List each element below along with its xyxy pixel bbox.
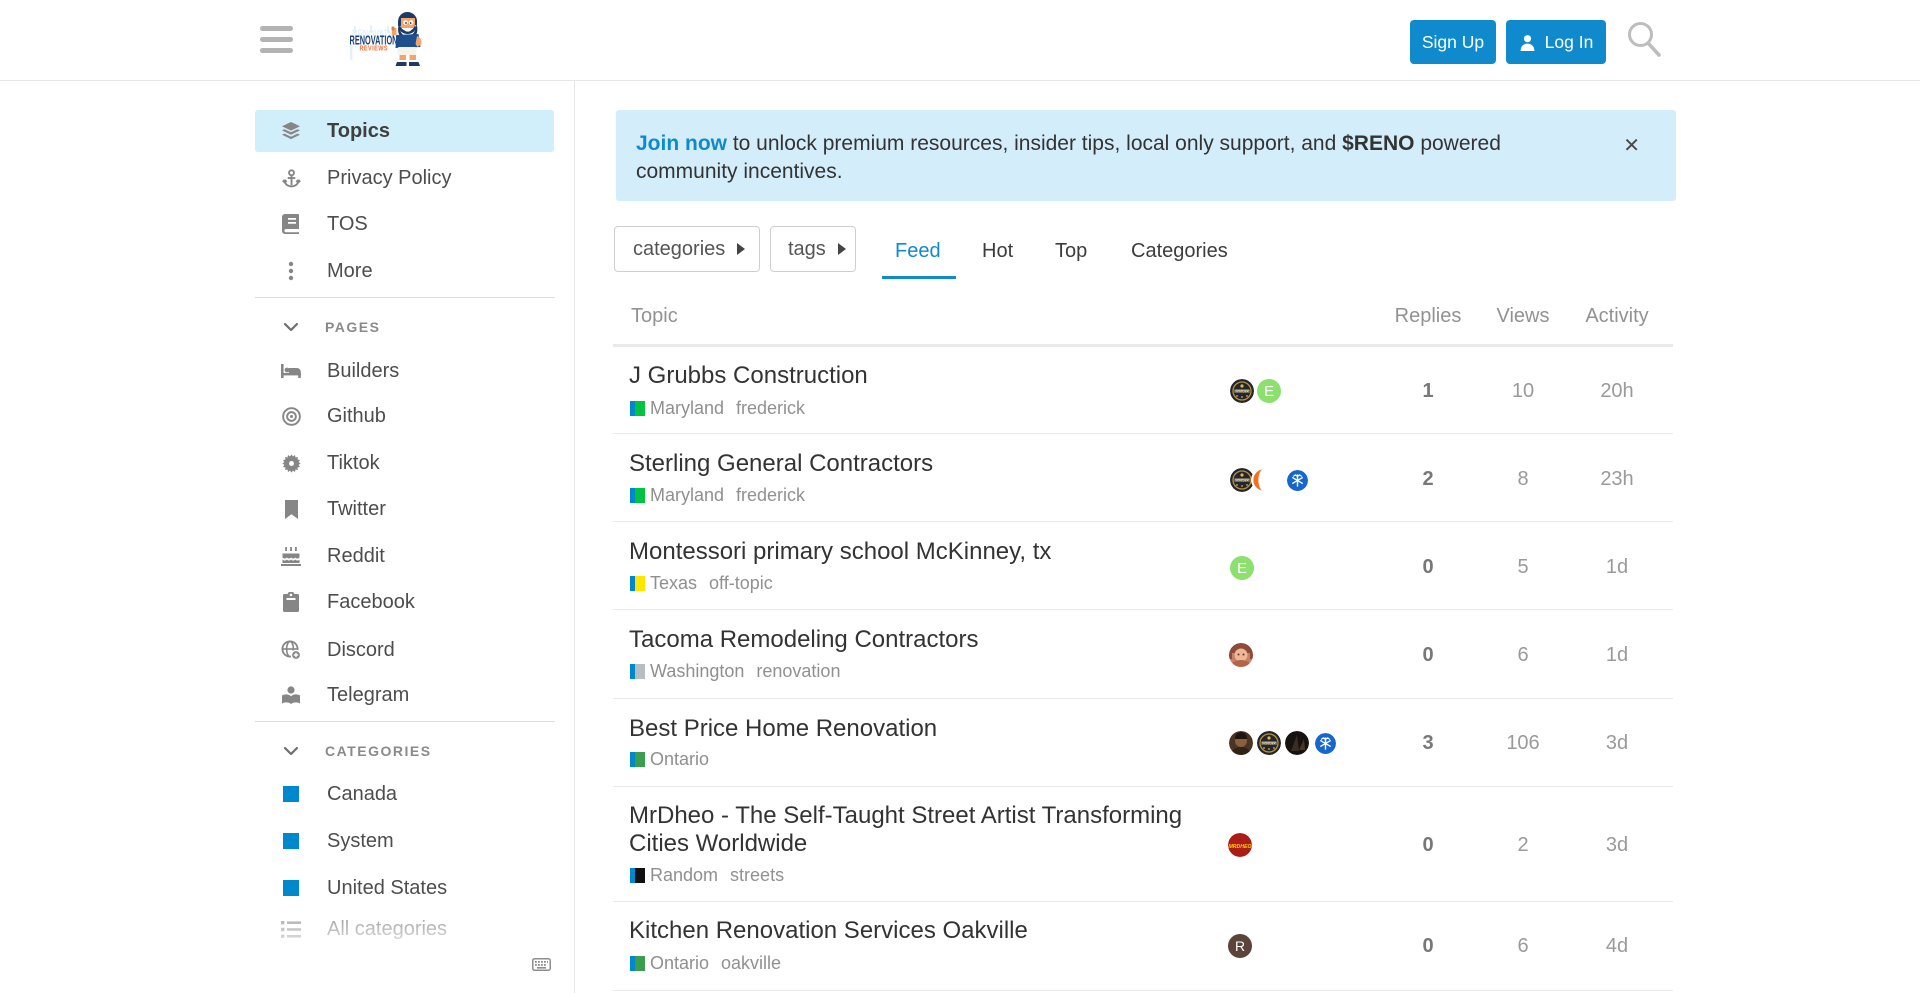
- svg-text:REVIEWS: REVIEWS: [360, 44, 389, 53]
- svg-text:RENOVATION: RENOVATION: [1261, 741, 1278, 745]
- svg-text:RENOVATION: RENOVATION: [1234, 478, 1251, 482]
- svg-text:RENOVATION: RENOVATION: [1234, 389, 1251, 393]
- svg-text:MRDHEO: MRDHEO: [1228, 844, 1251, 850]
